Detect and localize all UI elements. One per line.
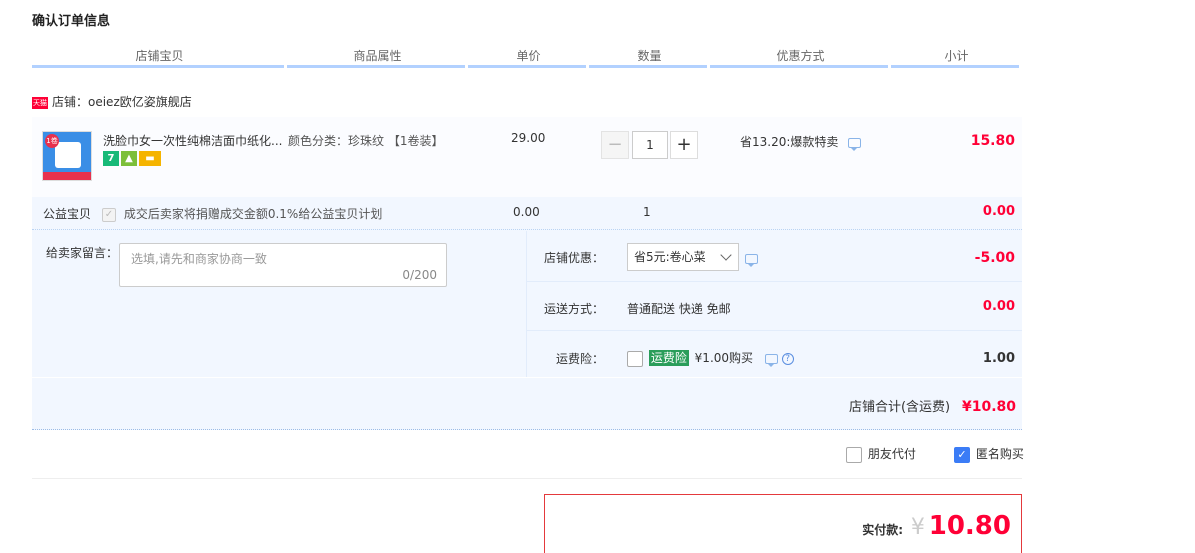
shop-total-amount: ¥10.80 — [961, 399, 1016, 415]
friend-pay-label: 朋友代付 — [867, 447, 916, 461]
charity-quantity: 1 — [643, 205, 651, 219]
insurance-amount: 1.00 — [982, 351, 1015, 366]
shop-discount-select[interactable]: 省5元:卷心菜 — [627, 243, 739, 271]
shop-discount-value: 省5元:卷心菜 — [634, 250, 706, 264]
seven-day-return-icon[interactable]: 7 — [103, 151, 119, 166]
quantity-increase-button[interactable]: + — [670, 131, 698, 159]
header-attributes: 商品属性 — [287, 46, 468, 68]
android-icon[interactable]: ▲ — [121, 151, 137, 166]
message-icon[interactable] — [848, 137, 862, 151]
unit-price: 29.00 — [511, 131, 546, 145]
service-icons: 7 ▲ ▬ — [103, 151, 163, 167]
column-divider — [526, 231, 527, 377]
thumb-strip — [43, 172, 91, 180]
help-icon[interactable]: ? — [781, 352, 794, 365]
charity-checkbox[interactable]: ✓ — [102, 207, 116, 222]
table-header: 店铺宝贝 商品属性 单价 数量 优惠方式 小计 — [32, 46, 1022, 70]
discount-message-icon[interactable] — [745, 253, 758, 267]
shipping-amount: 0.00 — [982, 299, 1015, 314]
header-subtotal: 小计 — [891, 46, 1022, 68]
charity-label: 公益宝贝 — [43, 207, 92, 221]
insurance-tag: 运费险 — [648, 350, 689, 366]
actual-payment-amount: 10.80 — [928, 511, 1011, 541]
actual-payment: 实付款: ¥ 10.80 — [862, 511, 1011, 541]
item-row — [32, 117, 1022, 197]
item-subtotal: 15.80 — [970, 133, 1015, 149]
shop-line: 天猫 店铺：oeiez欧亿姿旗舰店 — [32, 92, 192, 112]
anonymous-label: 匿名购买 — [975, 447, 1024, 461]
remark-placeholder: 选填,请先和商家协商一致 — [131, 252, 267, 266]
page-title: 确认订单信息 — [32, 14, 111, 29]
shop-discount-label: 店铺优惠： — [543, 251, 604, 265]
divider — [527, 330, 1022, 331]
product-thumbnail[interactable]: 1卷 — [42, 131, 92, 181]
shop-total-label: 店铺合计(含运费) — [848, 400, 951, 415]
header-discount: 优惠方式 — [710, 46, 891, 68]
product-attribute: 颜色分类：珍珠纹 【1卷装】 — [288, 134, 444, 148]
shipping-label: 运送方式： — [543, 302, 604, 316]
tmall-icon: 天猫 — [32, 96, 48, 109]
shop-discount-amount: -5.00 — [974, 250, 1015, 266]
product-name-link[interactable]: 洗脸巾女一次性纯棉洁面巾纸化... — [103, 132, 283, 149]
friend-pay-checkbox[interactable] — [846, 446, 862, 463]
insurance-checkbox[interactable] — [627, 350, 643, 367]
card-payment-icon[interactable]: ▬ — [139, 151, 161, 166]
friend-pay-option[interactable]: 朋友代付 — [846, 445, 916, 463]
chevron-down-icon — [720, 249, 732, 261]
header-unit-price: 单价 — [468, 46, 589, 68]
insurance-label: 运费险： — [555, 352, 604, 366]
promo-text: 省13.20:爆款特卖 — [740, 133, 862, 151]
charity-text: 成交后卖家将捐赠成交金额0.1%给公益宝贝计划 — [123, 207, 383, 221]
remark-counter: 0/200 — [402, 268, 437, 282]
charity-price: 0.00 — [513, 205, 540, 219]
divider — [32, 478, 1022, 479]
divider — [32, 229, 1022, 230]
shop-total: 店铺合计(含运费) ¥10.80 — [700, 396, 1016, 415]
anonymous-checkbox[interactable]: ✓ — [954, 446, 970, 463]
remark-textarea[interactable]: 选填,请先和商家协商一致 0/200 — [119, 243, 447, 287]
header-shop-item: 店铺宝贝 — [32, 46, 287, 68]
payment-summary-box: 实付款: ¥ 10.80 — [544, 494, 1022, 553]
charity-row: ✓ 成交后卖家将捐赠成交金额0.1%给公益宝贝计划 — [102, 205, 382, 222]
promo-label: 省13.20:爆款特卖 — [740, 135, 839, 149]
remark-label: 给卖家留言： — [46, 246, 119, 260]
shipping-method: 普通配送 快递 免邮 — [627, 302, 731, 316]
tissue-box-image — [55, 142, 81, 168]
insurance-row: 运费险 ¥1.00购买 ? — [627, 349, 794, 367]
quantity-input[interactable]: 1 — [632, 131, 668, 159]
quantity-decrease-button[interactable]: − — [601, 131, 629, 159]
divider — [527, 281, 1022, 282]
thumb-badge: 1卷 — [45, 134, 59, 148]
charity-subtotal: 0.00 — [982, 204, 1015, 219]
header-quantity: 数量 — [589, 46, 710, 68]
actual-payment-label: 实付款: — [862, 523, 904, 537]
insurance-message-icon[interactable] — [764, 353, 778, 367]
shop-name-link[interactable]: 店铺：oeiez欧亿姿旗舰店 — [52, 95, 192, 109]
anonymous-option[interactable]: ✓ 匿名购买 — [954, 445, 1024, 463]
insurance-price: ¥1.00购买 — [694, 351, 754, 365]
currency-symbol: ¥ — [910, 515, 925, 540]
